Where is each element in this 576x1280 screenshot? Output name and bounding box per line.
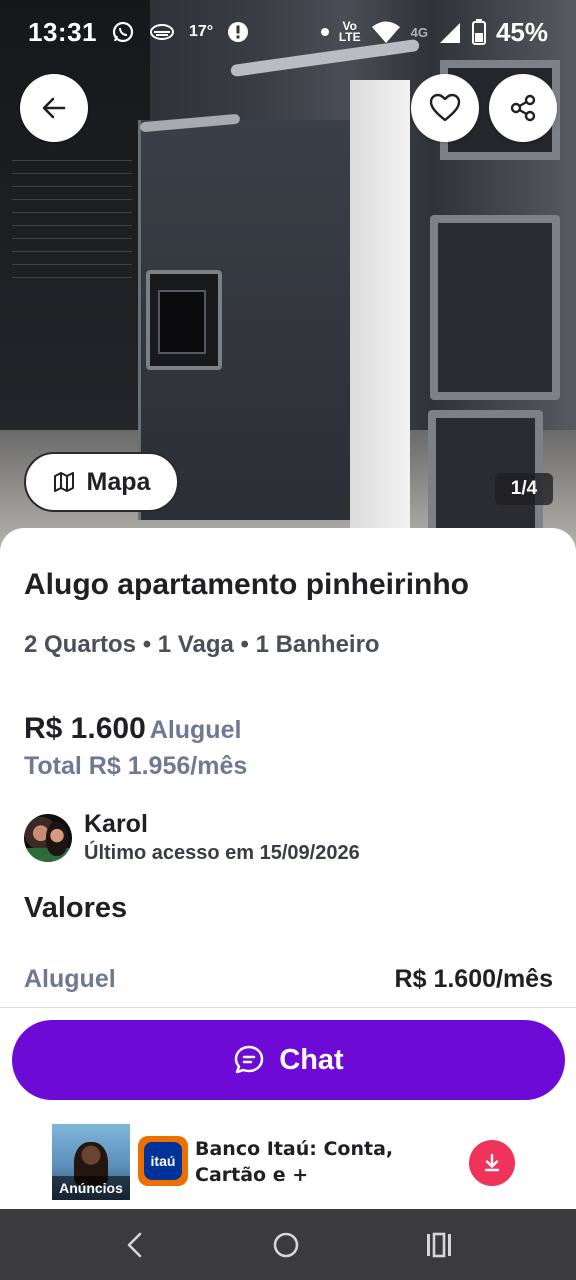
- listing-title: Alugo apartamento pinheirinho: [24, 568, 470, 601]
- ad-text: Banco Itaú: Conta, Cartão e +: [195, 1136, 393, 1188]
- photo-shelf-middle: [430, 215, 560, 400]
- ad-download-button[interactable]: [469, 1140, 515, 1186]
- listing-details-card: Alugo apartamento pinheirinho 2 Quartos …: [0, 528, 576, 1010]
- chat-button[interactable]: Chat: [12, 1020, 565, 1100]
- map-button[interactable]: Mapa: [24, 452, 179, 512]
- dot-icon: [320, 28, 329, 36]
- nav-home-icon[interactable]: [272, 1231, 300, 1259]
- map-icon: [53, 472, 74, 492]
- share-button[interactable]: [489, 74, 557, 142]
- weather-icon: [150, 24, 174, 40]
- nav-recents-icon[interactable]: [425, 1232, 453, 1258]
- status-time: 13:31: [28, 16, 97, 47]
- photo-chalkboard: [12, 150, 132, 290]
- chat-button-label: Chat: [279, 1043, 344, 1076]
- photo-oven: [146, 270, 222, 370]
- back-button[interactable]: [20, 74, 88, 142]
- values-row-label: Aluguel: [24, 965, 116, 993]
- status-temperature: 17°: [189, 23, 214, 40]
- whatsapp-icon: [112, 21, 134, 43]
- download-icon: [484, 1153, 500, 1172]
- volte-bottom: LTE: [338, 30, 361, 44]
- nav-back-icon[interactable]: [123, 1231, 147, 1259]
- chat-icon: [235, 1045, 264, 1074]
- heart-icon: [429, 93, 461, 122]
- price-value: R$ 1.600: [24, 712, 146, 745]
- ad-line-2: Cartão e +: [195, 1164, 309, 1186]
- itau-logo: itaú: [138, 1136, 188, 1186]
- arrow-left-icon: [42, 97, 66, 119]
- seller-last-seen: Último acesso em 15/09/2026: [84, 842, 360, 864]
- values-row-value: R$ 1.600/mês: [394, 965, 553, 993]
- alert-icon: [228, 22, 249, 42]
- favorite-button[interactable]: [411, 74, 479, 142]
- listing-features: 2 Quartos • 1 Vaga • 1 Banheiro: [24, 631, 380, 658]
- battery-icon: [471, 19, 486, 45]
- ad-badge: Anúncios: [52, 1176, 130, 1200]
- price-label: Aluguel: [149, 716, 242, 744]
- status-bar: 13:31 17° Vo LTE 4G 45%: [0, 0, 576, 64]
- photo-counter: 1/4: [495, 473, 553, 505]
- itau-logo-text: itaú: [144, 1142, 182, 1180]
- avatar-shirt: [24, 848, 72, 862]
- volte-indicator: Vo LTE: [338, 20, 361, 44]
- network-type: 4G: [410, 24, 428, 40]
- price-row: R$ 1.600 Aluguel: [24, 712, 241, 746]
- status-left-icons: 17°: [111, 20, 249, 44]
- ad-thumbnail: Anúncios: [52, 1124, 130, 1200]
- bottom-action-bar: Chat Anúncios itaú Banco Itaú: Conta, Ca…: [0, 1007, 576, 1209]
- battery-level: 45%: [495, 16, 548, 47]
- wifi-icon: [371, 21, 400, 43]
- system-navigation-bar: [0, 1209, 576, 1280]
- photo-column: [350, 80, 410, 540]
- share-icon: [510, 94, 536, 122]
- ad-line-1: Banco Itaú: Conta,: [195, 1138, 394, 1160]
- total-price: Total R$ 1.956/mês: [24, 752, 248, 780]
- avatar[interactable]: [24, 814, 72, 862]
- signal-icon: [439, 23, 460, 43]
- seller-name[interactable]: Karol: [84, 810, 148, 839]
- values-heading: Valores: [24, 892, 128, 924]
- map-button-label: Mapa: [86, 467, 151, 496]
- ad-banner[interactable]: Anúncios itaú Banco Itaú: Conta, Cartão …: [0, 1118, 576, 1208]
- status-right-icons: Vo LTE 4G 45%: [320, 16, 548, 48]
